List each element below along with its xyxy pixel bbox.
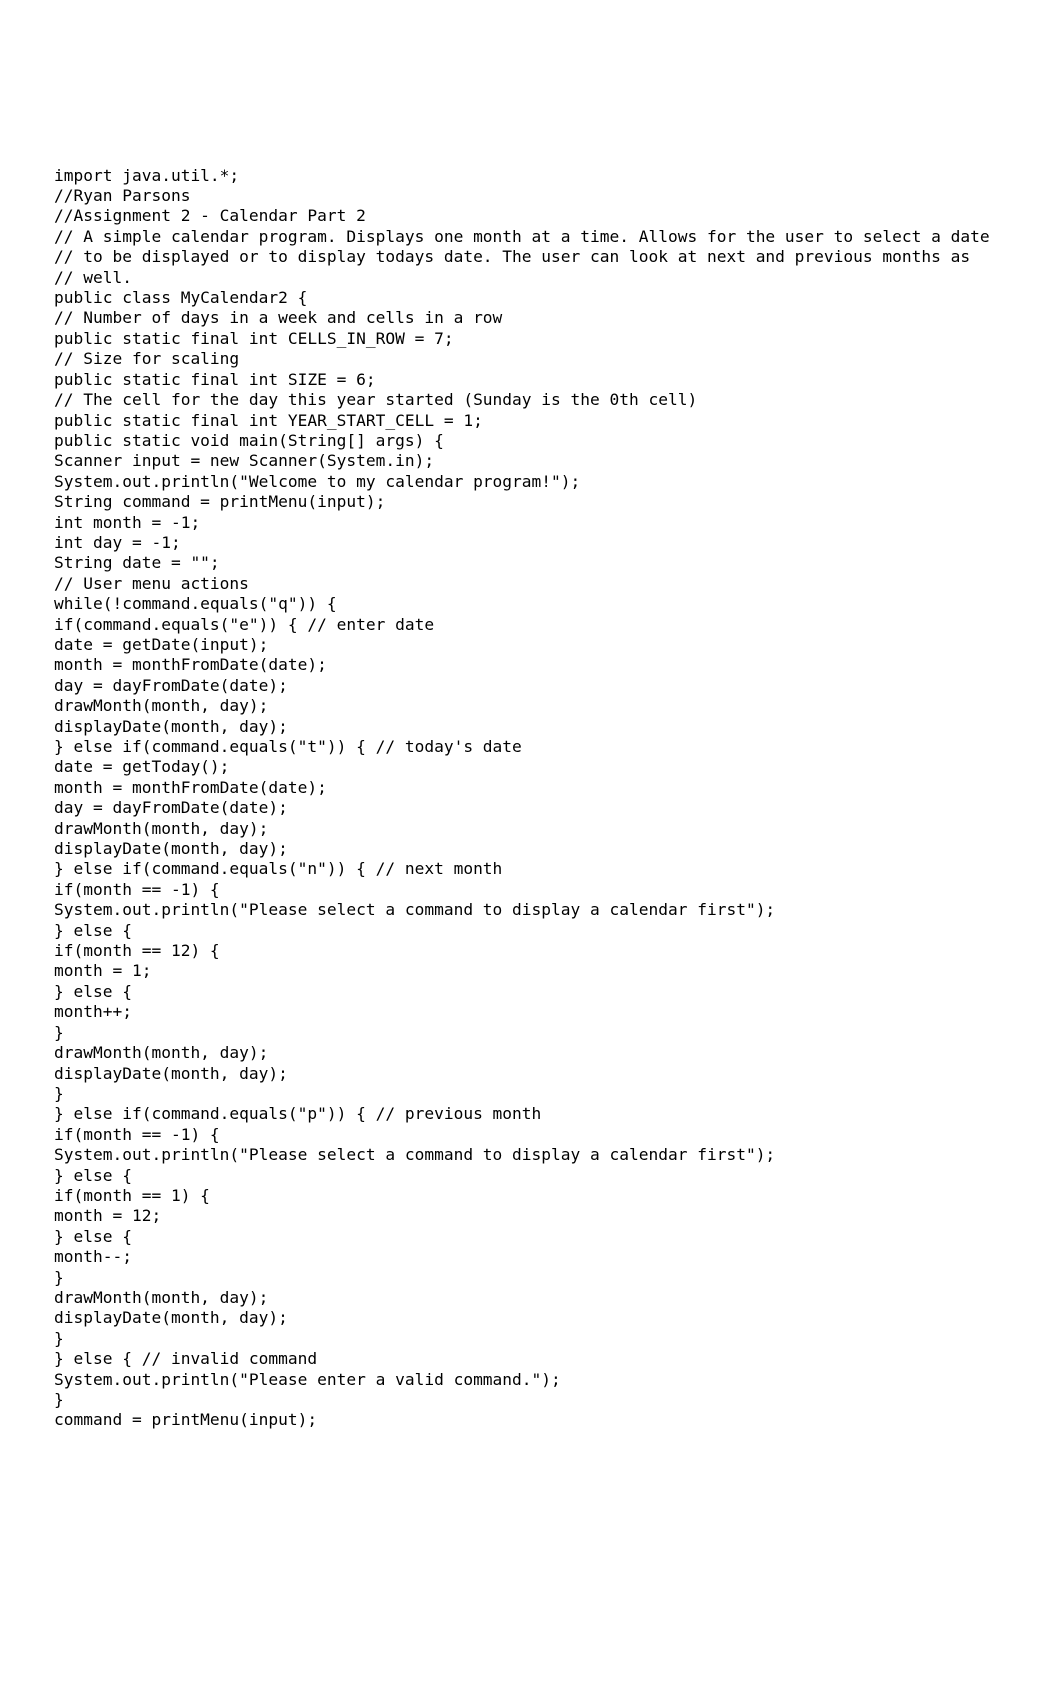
code-line: System.out.println("Welcome to my calend…	[54, 472, 1008, 492]
code-line: }	[54, 1023, 1008, 1043]
code-line: // The cell for the day this year starte…	[54, 390, 1008, 410]
code-line: drawMonth(month, day);	[54, 1043, 1008, 1063]
code-line: import java.util.*;	[54, 166, 1008, 186]
code-line: System.out.println("Please enter a valid…	[54, 1370, 1008, 1390]
code-line: if(month == -1) {	[54, 880, 1008, 900]
code-line: drawMonth(month, day);	[54, 1288, 1008, 1308]
code-line: }	[54, 1268, 1008, 1288]
code-line: } else { // invalid command	[54, 1349, 1008, 1369]
code-line: String date = "";	[54, 553, 1008, 573]
code-line: System.out.println("Please select a comm…	[54, 1145, 1008, 1165]
code-line: month = 12;	[54, 1206, 1008, 1226]
code-line: public static void main(String[] args) {	[54, 431, 1008, 451]
code-line: // well.	[54, 268, 1008, 288]
code-block: import java.util.*;//Ryan Parsons//Assig…	[54, 166, 1008, 1431]
code-line: Scanner input = new Scanner(System.in);	[54, 451, 1008, 471]
code-line: }	[54, 1084, 1008, 1104]
code-line: day = dayFromDate(date);	[54, 676, 1008, 696]
code-line: public class MyCalendar2 {	[54, 288, 1008, 308]
code-line: month = 1;	[54, 961, 1008, 981]
code-line: public static final int YEAR_START_CELL …	[54, 411, 1008, 431]
code-line: drawMonth(month, day);	[54, 696, 1008, 716]
code-line: System.out.println("Please select a comm…	[54, 900, 1008, 920]
code-line: }	[54, 1390, 1008, 1410]
code-line: } else if(command.equals("t")) { // toda…	[54, 737, 1008, 757]
code-line: public static final int SIZE = 6;	[54, 370, 1008, 390]
code-line: if(month == -1) {	[54, 1125, 1008, 1145]
code-line: month++;	[54, 1002, 1008, 1022]
code-line: if(month == 12) {	[54, 941, 1008, 961]
code-line: // Number of days in a week and cells in…	[54, 308, 1008, 328]
code-line: displayDate(month, day);	[54, 1064, 1008, 1084]
code-line: date = getDate(input);	[54, 635, 1008, 655]
code-line: displayDate(month, day);	[54, 839, 1008, 859]
code-line: date = getToday();	[54, 757, 1008, 777]
code-line: displayDate(month, day);	[54, 1308, 1008, 1328]
code-line: } else {	[54, 1166, 1008, 1186]
code-line: } else {	[54, 1227, 1008, 1247]
code-line: String command = printMenu(input);	[54, 492, 1008, 512]
code-line: displayDate(month, day);	[54, 717, 1008, 737]
code-line: // to be displayed or to display todays …	[54, 247, 1008, 267]
code-line: // User menu actions	[54, 574, 1008, 594]
code-line: // Size for scaling	[54, 349, 1008, 369]
code-line: day = dayFromDate(date);	[54, 798, 1008, 818]
code-line: month = monthFromDate(date);	[54, 778, 1008, 798]
code-line: if(command.equals("e")) { // enter date	[54, 615, 1008, 635]
code-line: int day = -1;	[54, 533, 1008, 553]
code-line: drawMonth(month, day);	[54, 819, 1008, 839]
code-line: month = monthFromDate(date);	[54, 655, 1008, 675]
code-line: int month = -1;	[54, 513, 1008, 533]
code-line: } else {	[54, 921, 1008, 941]
code-line: // A simple calendar program. Displays o…	[54, 227, 1008, 247]
code-line: } else {	[54, 982, 1008, 1002]
code-line: } else if(command.equals("p")) { // prev…	[54, 1104, 1008, 1124]
code-line: while(!command.equals("q")) {	[54, 594, 1008, 614]
code-line: month--;	[54, 1247, 1008, 1267]
code-line: //Assignment 2 - Calendar Part 2	[54, 206, 1008, 226]
code-line: if(month == 1) {	[54, 1186, 1008, 1206]
code-line: public static final int CELLS_IN_ROW = 7…	[54, 329, 1008, 349]
code-line: } else if(command.equals("n")) { // next…	[54, 859, 1008, 879]
code-line: }	[54, 1329, 1008, 1349]
code-line: //Ryan Parsons	[54, 186, 1008, 206]
code-line: command = printMenu(input);	[54, 1410, 1008, 1430]
